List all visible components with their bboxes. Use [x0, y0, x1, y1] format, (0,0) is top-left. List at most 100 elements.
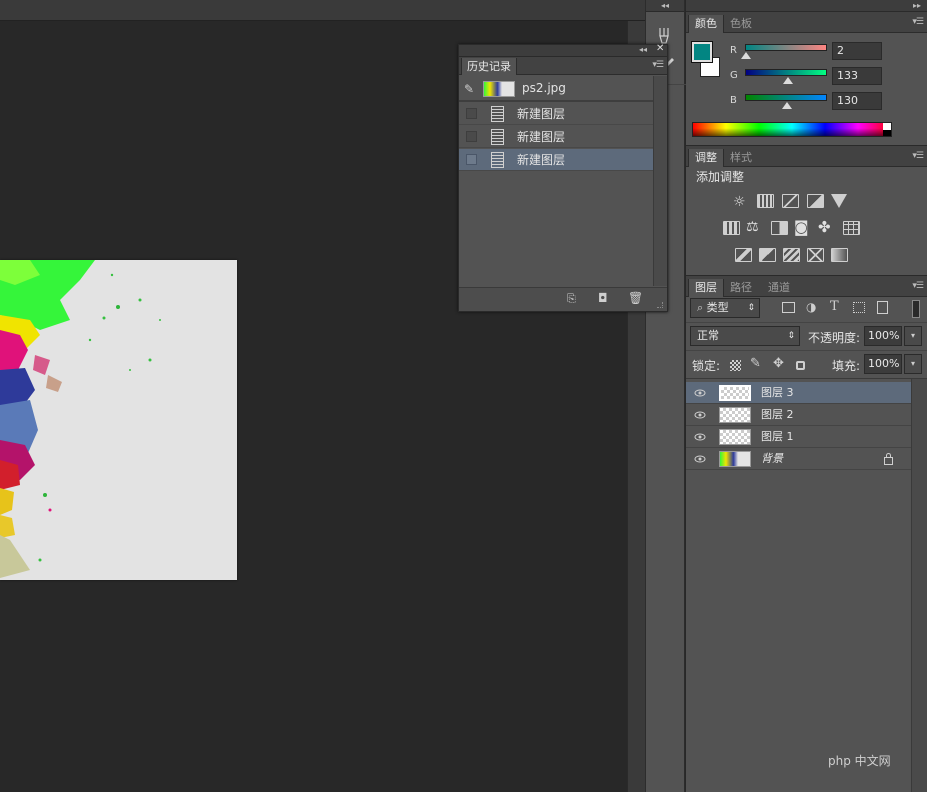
filter-shape-icon[interactable]: [853, 302, 865, 313]
opacity-label: 不透明度:: [808, 331, 861, 345]
tab-swatches[interactable]: 色板: [724, 15, 758, 33]
panel-menu-icon[interactable]: ▾☰: [912, 281, 924, 291]
trash-icon[interactable]: 🗑: [628, 291, 643, 305]
history-brush-source-checkbox[interactable]: [466, 108, 477, 119]
collapse-dock-icon[interactable]: ◂◂: [646, 0, 684, 12]
tab-channels[interactable]: 通道: [762, 279, 796, 297]
layer-row[interactable]: 图层 2: [686, 404, 911, 426]
tab-color[interactable]: 颜色: [688, 15, 724, 33]
fill-input[interactable]: 100%: [864, 354, 902, 374]
channel-g-thumb[interactable]: [783, 77, 793, 84]
exposure-icon[interactable]: [807, 194, 824, 208]
canvas-document[interactable]: [0, 260, 237, 580]
blend-mode-value: 正常: [697, 329, 719, 342]
lock-transparency-icon[interactable]: [730, 360, 741, 371]
canvas-artwork: [0, 260, 237, 580]
tab-history[interactable]: 历史记录: [461, 58, 517, 75]
channel-mixer-icon[interactable]: ✤: [818, 218, 831, 236]
filter-toggle-switch[interactable]: [912, 300, 920, 318]
channel-b-input[interactable]: 130: [832, 92, 882, 110]
adjustments-panel-tabbar: 调整 样式 ▾☰: [686, 146, 927, 167]
panel-menu-icon[interactable]: ▾☰: [912, 17, 924, 27]
history-panel[interactable]: ◂◂ ✕ 历史记录 ▾☰ ✎ ps2.jpg 新建图层 新建图层 新建图层 ⎘ …: [458, 43, 668, 312]
new-layer-icon: [491, 152, 504, 168]
close-icon[interactable]: ✕: [656, 43, 664, 54]
history-step-row[interactable]: 新建图层: [459, 103, 653, 125]
lock-pixels-icon[interactable]: ✎: [750, 356, 761, 371]
black-white-icon[interactable]: [771, 221, 788, 235]
visibility-eye-icon[interactable]: [694, 453, 706, 465]
filter-type-icon[interactable]: T: [830, 299, 839, 314]
channel-b-thumb[interactable]: [782, 102, 792, 109]
divider: [686, 378, 927, 379]
visibility-eye-icon[interactable]: [694, 387, 706, 399]
layer-filter-select[interactable]: ⌕ 类型 ⇕: [690, 298, 760, 318]
history-tabbar: 历史记录 ▾☰: [459, 57, 667, 75]
layer-thumbnail: [719, 451, 751, 467]
channel-r-input[interactable]: 2: [832, 42, 882, 60]
new-layer-icon: [491, 106, 504, 122]
layer-name[interactable]: 背景: [761, 451, 783, 467]
brightness-contrast-icon[interactable]: ☼: [733, 194, 746, 210]
new-document-from-state-icon[interactable]: ⎘: [567, 292, 576, 306]
layer-row[interactable]: 图层 3: [686, 382, 911, 404]
lock-all-icon[interactable]: [796, 361, 805, 370]
collapse-icon[interactable]: ◂◂: [639, 45, 647, 54]
tab-styles[interactable]: 样式: [724, 149, 758, 167]
opacity-input[interactable]: 100%: [864, 326, 902, 346]
selective-color-icon[interactable]: [807, 248, 824, 262]
layers-panel-tabbar: 图层 路径 通道 ▾☰: [686, 276, 927, 297]
channel-g-input[interactable]: 133: [832, 67, 882, 85]
threshold-icon[interactable]: [783, 248, 800, 262]
layer-name[interactable]: 图层 2: [761, 407, 794, 423]
history-brush-source-checkbox[interactable]: [466, 154, 477, 165]
layer-name[interactable]: 图层 1: [761, 429, 794, 445]
history-snapshot-row[interactable]: ✎ ps2.jpg: [459, 76, 653, 102]
visibility-eye-icon[interactable]: [694, 431, 706, 443]
color-spectrum-ramp[interactable]: [692, 122, 892, 137]
channel-r-slider[interactable]: [745, 44, 827, 51]
expand-panels-icon[interactable]: ▸▸: [686, 0, 927, 12]
history-brush-icon[interactable]: ✎: [464, 82, 474, 96]
foreground-color-swatch[interactable]: [692, 42, 712, 62]
channel-r-thumb[interactable]: [741, 52, 751, 59]
filter-adjustment-icon[interactable]: ◑: [806, 300, 816, 314]
lock-label: 锁定:: [692, 359, 721, 373]
color-lookup-icon[interactable]: [843, 221, 860, 235]
resize-grip-icon[interactable]: [657, 302, 663, 308]
history-scrollbar[interactable]: [653, 76, 667, 286]
history-step-row[interactable]: 新建图层: [459, 126, 653, 148]
panel-menu-icon[interactable]: ▾☰: [652, 60, 664, 70]
layer-row[interactable]: 图层 1: [686, 426, 911, 448]
layer-name[interactable]: 图层 3: [761, 385, 794, 401]
layers-scrollbar[interactable]: [911, 379, 927, 792]
visibility-eye-icon[interactable]: [694, 409, 706, 421]
new-snapshot-camera-icon[interactable]: ◘: [598, 291, 608, 305]
blend-mode-select[interactable]: 正常 ⇕: [690, 326, 800, 346]
hue-saturation-icon[interactable]: [723, 221, 740, 235]
tab-paths[interactable]: 路径: [724, 279, 758, 297]
filter-smart-object-icon[interactable]: [877, 301, 888, 314]
channel-b-slider[interactable]: [745, 94, 827, 101]
history-brush-source-checkbox[interactable]: [466, 131, 477, 142]
gradient-map-icon[interactable]: [831, 248, 848, 262]
posterize-icon[interactable]: [759, 248, 776, 262]
panel-menu-icon[interactable]: ▾☰: [912, 151, 924, 161]
color-balance-icon[interactable]: ⚖: [746, 219, 759, 235]
photo-filter-icon[interactable]: ◙: [794, 218, 809, 236]
lock-position-icon[interactable]: ✥: [773, 356, 784, 371]
tab-layers[interactable]: 图层: [688, 279, 724, 297]
channel-g-slider[interactable]: [745, 69, 827, 76]
invert-icon[interactable]: [735, 248, 752, 262]
tab-adjustments[interactable]: 调整: [688, 149, 724, 167]
fill-dropdown-button[interactable]: ▾: [904, 354, 922, 374]
curves-icon[interactable]: [782, 194, 799, 208]
opacity-dropdown-button[interactable]: ▾: [904, 326, 922, 346]
history-panel-header[interactable]: ◂◂ ✕: [459, 43, 667, 57]
history-step-row[interactable]: 新建图层: [459, 149, 653, 171]
chevron-updown-icon: ⇕: [747, 303, 755, 313]
vibrance-icon[interactable]: [831, 194, 847, 208]
filter-pixel-icon[interactable]: [782, 302, 795, 313]
layer-row[interactable]: 背景: [686, 448, 911, 470]
levels-icon[interactable]: [757, 194, 774, 208]
